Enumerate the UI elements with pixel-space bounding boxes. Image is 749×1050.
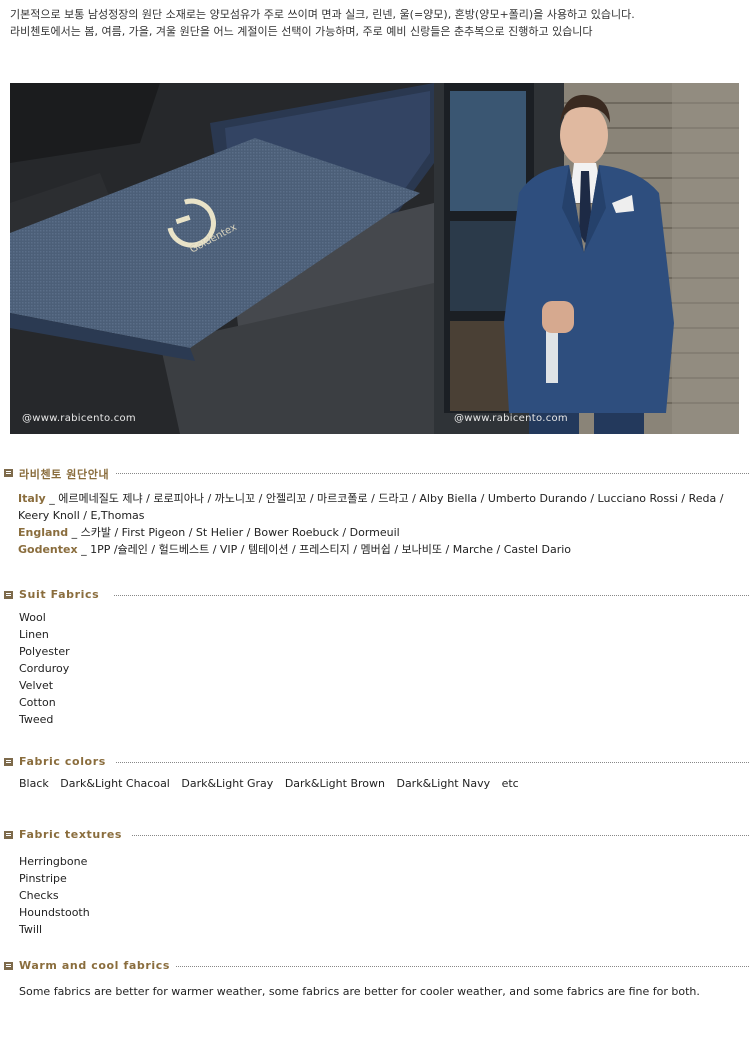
bullet-square-icon (4, 831, 13, 839)
dotted-divider (19, 473, 749, 474)
color-item: etc (501, 777, 519, 790)
list-item: Tweed (19, 713, 54, 726)
warm-cool-description: Some fabrics are better for warmer weath… (19, 985, 700, 998)
list-item: Corduroy (19, 662, 70, 675)
dotted-divider (116, 762, 749, 763)
list-item: Pinstripe (19, 872, 67, 885)
bullet-square-icon (4, 962, 13, 970)
fabric-swatch-illustration: Goldentex (10, 83, 434, 434)
left-watermark: @www.rabicento.com (22, 413, 136, 424)
country-label-england: England (18, 526, 69, 539)
model-suit-photo: @www.rabicento.com (434, 83, 739, 434)
color-item: Dark&Light Chacoal (60, 777, 170, 790)
list-item: Linen (19, 628, 49, 641)
section-header-fabric-textures: Fabric textures (4, 828, 749, 844)
england-brands: England _ 스카발 / First Pigeon / St Helier… (18, 524, 736, 541)
model-suit-illustration (434, 83, 739, 434)
suit-fabrics-list: Wool Linen Polyester Corduroy Velvet Cot… (19, 609, 70, 728)
dotted-divider (114, 595, 749, 596)
photo-banner: Goldentex @www.rabicento.com @www.rabice… (10, 83, 739, 434)
section-header-fabric-guide: 라비첸토 원단안내 (4, 466, 749, 482)
goldentex-brand-text: _ 1PP /슐레인 / 헐드베스트 / VIP / 템테이션 / 프레스티지 … (77, 543, 572, 556)
section-header-suit-fabrics: Suit Fabrics (4, 588, 749, 604)
intro-text: 기본적으로 보통 남성정장의 원단 소재로는 양모섬유가 주로 쓰이며 면과 실… (10, 6, 740, 40)
country-label-italy: Italy (18, 492, 46, 505)
italy-brands: Italy _ 에르메네질도 제냐 / 로로피아나 / 까노니꼬 / 안젤리꼬 … (18, 490, 736, 524)
intro-line-2: 라비첸토에서는 봄, 여름, 가을, 겨울 원단을 어느 계절이든 선택이 가능… (10, 25, 593, 38)
right-watermark: @www.rabicento.com (454, 413, 568, 424)
section-title: Suit Fabrics (19, 588, 106, 601)
goldentex-brands: Godentex _ 1PP /슐레인 / 헐드베스트 / VIP / 템테이션… (18, 541, 736, 558)
dotted-divider (132, 835, 749, 836)
fabric-brand-list: Italy _ 에르메네질도 제냐 / 로로피아나 / 까노니꼬 / 안젤리꼬 … (18, 490, 736, 558)
color-item: Dark&Light Brown (284, 777, 385, 790)
dotted-divider (174, 966, 749, 967)
color-item: Dark&Light Navy (396, 777, 491, 790)
section-header-fabric-colors: Fabric colors (4, 755, 749, 771)
list-item: Velvet (19, 679, 54, 692)
list-item: Herringbone (19, 855, 88, 868)
bullet-square-icon (4, 469, 13, 477)
section-title: Fabric textures (19, 828, 129, 841)
intro-line-1: 기본적으로 보통 남성정장의 원단 소재로는 양모섬유가 주로 쓰이며 면과 실… (10, 8, 635, 21)
england-brand-text: _ 스카발 / First Pigeon / St Helier / Bower… (68, 526, 400, 539)
italy-brand-text: _ 에르메네질도 제냐 / 로로피아나 / 까노니꼬 / 안젤리꼬 / 마르코폴… (18, 492, 724, 522)
list-item: Wool (19, 611, 46, 624)
list-item: Checks (19, 889, 59, 902)
fabric-textures-list: Herringbone Pinstripe Checks Houndstooth… (19, 853, 90, 938)
list-item: Cotton (19, 696, 56, 709)
color-item: Black (19, 777, 49, 790)
section-title: Warm and cool fabrics (19, 959, 177, 972)
section-header-warm-cool: Warm and cool fabrics (4, 959, 749, 975)
fabric-colors-list: Black Dark&Light Chacoal Dark&Light Gray… (19, 777, 527, 790)
list-item: Houndstooth (19, 906, 90, 919)
list-item: Polyester (19, 645, 70, 658)
color-item: Dark&Light Gray (181, 777, 274, 790)
bullet-square-icon (4, 758, 13, 766)
section-title: 라비첸토 원단안내 (19, 466, 116, 482)
list-item: Twill (19, 923, 43, 936)
brand-label-goldentex: Godentex (18, 543, 78, 556)
bullet-square-icon (4, 591, 13, 599)
section-title: Fabric colors (19, 755, 112, 768)
fabric-swatch-photo: Goldentex @www.rabicento.com (10, 83, 434, 434)
